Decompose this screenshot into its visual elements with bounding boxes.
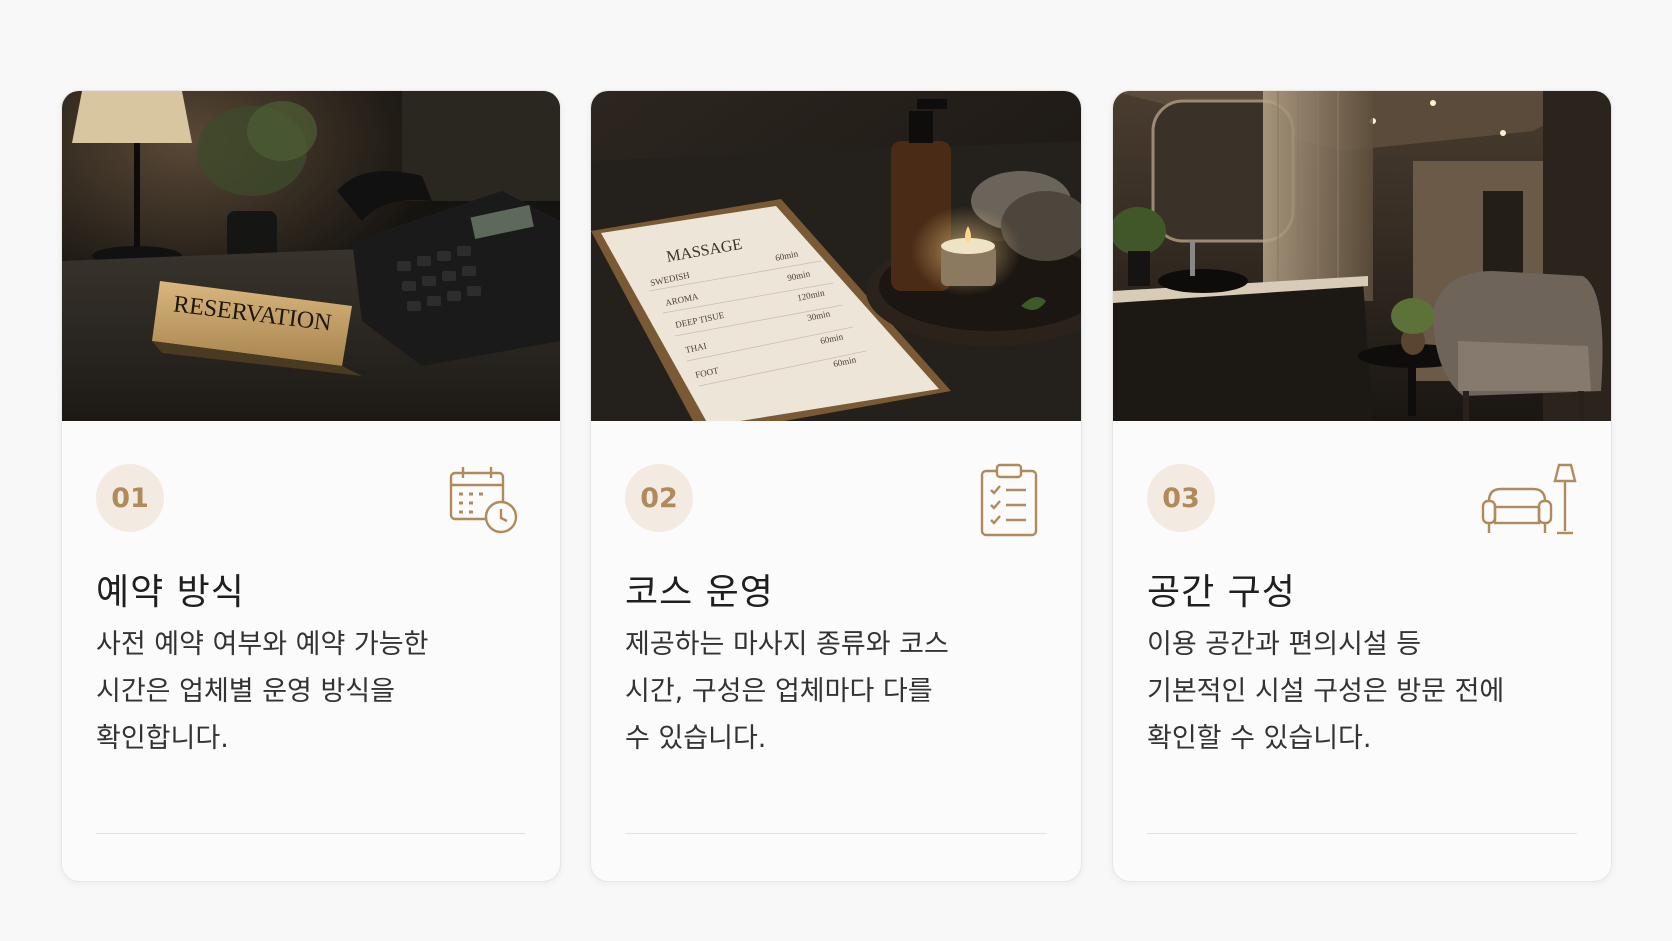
card-reservation: RESERVATION 01 예약 방식 사전 예약 여부와 예약 가능한 시간… (61, 90, 561, 882)
card-description-line: 제공하는 마사지 종류와 코스 (625, 629, 949, 660)
card-title: 코스 운영 (625, 572, 774, 613)
card-divider (96, 833, 526, 834)
card-description-line: 확인할 수 있습니다. (1147, 723, 1372, 754)
step-number-badge: 03 (1147, 464, 1215, 532)
card-description-line: 시간, 구성은 업체마다 다를 (625, 676, 933, 707)
card-description-line: 수 있습니다. (625, 723, 767, 754)
card-description-line: 확인합니다. (96, 723, 229, 754)
card-description-line: 기본적인 시설 구성은 방문 전에 (1147, 676, 1505, 707)
massage-menu-photo: MASSAGE SWEDISH AROMA DEEP TISUE THAI FO… (591, 91, 1081, 421)
card-description: 사전 예약 여부와 예약 가능한 시간은 업체별 운영 방식을 확인합니다. (96, 621, 526, 762)
card-divider (625, 833, 1047, 834)
card-description-line: 이용 공간과 편의시설 등 (1147, 629, 1422, 660)
lounge-interior-photo (1113, 91, 1611, 421)
armchair-lamp-icon (1481, 463, 1577, 539)
card-course: MASSAGE SWEDISH AROMA DEEP TISUE THAI FO… (590, 90, 1082, 882)
step-number-badge: 02 (625, 464, 693, 532)
card-description-line: 시간은 업체별 운영 방식을 (96, 676, 395, 707)
card-space: 03 공간 구성 이용 공간과 편의시설 등 기본적인 시설 구성은 방문 전에… (1112, 90, 1612, 882)
card-divider (1147, 833, 1577, 834)
step-number-badge: 01 (96, 464, 164, 532)
card-description: 제공하는 마사지 종류와 코스 시간, 구성은 업체마다 다를 수 있습니다. (625, 621, 1055, 762)
clipboard-checklist-icon (979, 463, 1039, 539)
card-description-line: 사전 예약 여부와 예약 가능한 (96, 629, 429, 660)
card-description: 이용 공간과 편의시설 등 기본적인 시설 구성은 방문 전에 확인할 수 있습… (1147, 621, 1577, 762)
calendar-clock-icon (447, 463, 519, 535)
service-cards: RESERVATION 01 예약 방식 사전 예약 여부와 예약 가능한 시간… (0, 0, 1672, 941)
card-title: 예약 방식 (96, 572, 245, 613)
reservation-desk-photo: RESERVATION (62, 91, 560, 421)
card-title: 공간 구성 (1147, 572, 1296, 613)
